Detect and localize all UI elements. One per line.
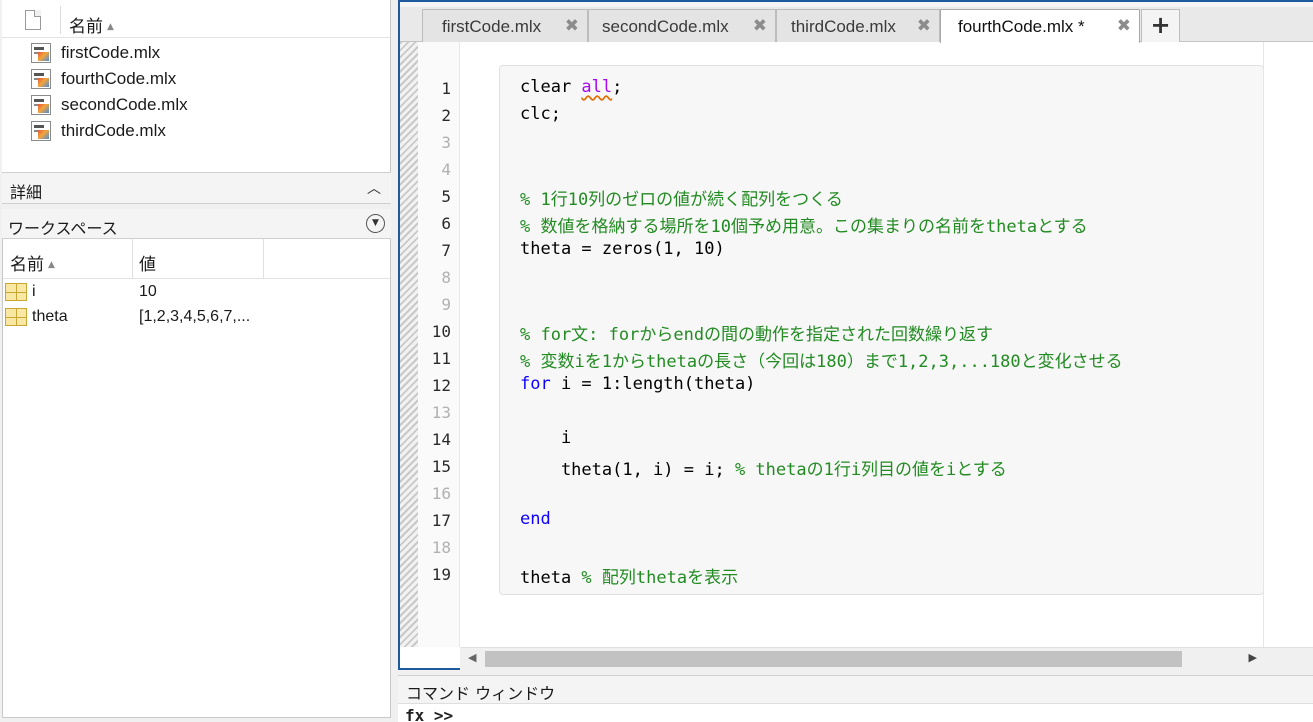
code-line-11[interactable]: % 変数iを1からthetaの長さ（今回は180）まで1,2,3,...180と… — [520, 347, 1123, 372]
code-line-2[interactable]: clc; — [520, 104, 561, 124]
variable-value: [1,2,3,4,5,6,7,... — [139, 308, 251, 325]
workspace-variable-row[interactable]: i 10 — [3, 280, 390, 304]
close-tab-icon[interactable]: ✖ — [917, 16, 931, 36]
line-number: 1 — [441, 79, 451, 98]
scroll-right-icon[interactable]: ▶ — [1249, 651, 1257, 664]
line-number: 3 — [441, 133, 451, 152]
name-column-header[interactable]: 名前 ▲ — [69, 12, 114, 37]
line-number: 12 — [431, 376, 451, 395]
workspace-title: ワークスペース — [8, 219, 118, 238]
panel-menu-icon[interactable]: ▼ — [366, 214, 385, 233]
workspace-variable-row[interactable]: theta [1,2,3,4,5,6,7,... — [3, 305, 390, 329]
column-divider[interactable] — [263, 239, 264, 279]
tab-firstcode[interactable]: firstCode.mlx ✖ — [422, 9, 588, 42]
live-script-icon — [31, 95, 51, 115]
command-prompt[interactable]: fx >> — [405, 706, 453, 722]
line-number: 5 — [441, 187, 451, 206]
variable-value: 10 — [139, 283, 157, 300]
value-column-header[interactable]: 値 — [139, 250, 156, 275]
live-script-icon — [31, 69, 51, 89]
live-editor: firstCode.mlx ✖ secondCode.mlx ✖ thirdCo… — [398, 0, 1313, 670]
line-number: 9 — [441, 295, 451, 314]
tab-label: firstCode.mlx — [442, 17, 542, 36]
scroll-left-icon[interactable]: ◀ — [468, 651, 476, 664]
live-script-icon — [31, 121, 51, 141]
code-line-7[interactable]: theta = zeros(1, 10) — [520, 239, 725, 259]
close-tab-icon[interactable]: ✖ — [1117, 16, 1131, 36]
workspace-header: 名前 ▲ 値 — [3, 239, 390, 279]
line-number: 13 — [431, 403, 451, 422]
matrix-variable-icon — [5, 308, 27, 326]
tab-secondcode[interactable]: secondCode.mlx ✖ — [588, 9, 776, 42]
horizontal-scrollbar[interactable]: ◀ ▶ — [460, 647, 1313, 670]
line-number: 15 — [431, 457, 451, 476]
line-number: 14 — [431, 430, 451, 449]
details-title: 詳細 — [10, 183, 43, 202]
tab-label: fourthCode.mlx * — [958, 17, 1085, 36]
variable-name: i — [32, 283, 36, 300]
workspace-panel: 名前 ▲ 値 i 10 theta [1,2,3,4,5,6,7,... — [2, 239, 391, 718]
details-panel[interactable]: 詳細 ︿ — [2, 172, 391, 204]
line-number: 7 — [441, 241, 451, 260]
sort-ascending-icon: ▲ — [48, 260, 55, 270]
code-line-10[interactable]: % for文: forからendの間の動作を指定された回数繰り返す — [520, 320, 993, 345]
line-number: 11 — [431, 349, 451, 368]
code-line-1[interactable]: clear all; — [520, 77, 622, 97]
file-name: firstCode.mlx — [61, 43, 161, 62]
workspace-title-bar: ワークスペース ▼ — [2, 209, 391, 239]
name-column-header[interactable]: 名前 ▲ — [10, 250, 55, 275]
editor-tab-bar: firstCode.mlx ✖ secondCode.mlx ✖ thirdCo… — [400, 2, 1313, 43]
line-number: 4 — [441, 160, 451, 179]
line-number: 16 — [431, 484, 451, 503]
file-list-header: 名前 ▲ — [2, 0, 390, 38]
code-line-14[interactable]: i — [520, 428, 571, 448]
file-name: secondCode.mlx — [61, 95, 188, 114]
add-tab-button[interactable]: + — [1141, 9, 1180, 42]
code-line-6[interactable]: % 数値を格納する場所を10個予め用意。この集まりの名前をthetaとする — [520, 212, 1088, 237]
line-number: 10 — [431, 322, 451, 341]
line-number: 17 — [431, 511, 451, 530]
live-script-icon — [31, 43, 51, 63]
file-name: fourthCode.mlx — [61, 69, 177, 88]
line-number: 8 — [441, 268, 451, 287]
output-pane — [1263, 42, 1313, 647]
line-number: 2 — [441, 106, 451, 125]
column-divider[interactable] — [132, 239, 133, 279]
keyword-for: for — [520, 374, 551, 394]
tab-label: thirdCode.mlx — [791, 17, 896, 36]
line-number: 19 — [431, 565, 451, 584]
command-window[interactable]: コマンド ウィンドウ fx >> — [398, 675, 1313, 722]
line-number: 6 — [441, 214, 451, 233]
line-number: 18 — [431, 538, 451, 557]
file-item-secondcode[interactable]: secondCode.mlx — [31, 93, 371, 117]
output-divider-hatch[interactable] — [400, 42, 418, 647]
tab-thirdcode[interactable]: thirdCode.mlx ✖ — [776, 9, 940, 42]
code-line-5[interactable]: % 1行10列のゼロの値が続く配列をつくる — [520, 185, 843, 210]
matrix-variable-icon — [5, 283, 27, 301]
close-tab-icon[interactable]: ✖ — [565, 16, 579, 36]
current-folder-panel: 名前 ▲ firstCode.mlx fourthCode.mlx secondC… — [2, 0, 391, 172]
command-window-title: コマンド ウィンドウ — [398, 676, 1313, 704]
sort-ascending-icon: ▲ — [107, 22, 114, 32]
file-type-icon — [25, 10, 41, 30]
tab-fourthcode[interactable]: fourthCode.mlx * ✖ — [940, 9, 1140, 43]
variable-name: theta — [32, 308, 68, 325]
code-line-12[interactable]: for i = 1:length(theta) — [520, 374, 755, 394]
file-name: thirdCode.mlx — [61, 121, 166, 140]
tab-bar-top-strip — [400, 2, 1313, 7]
code-line-15[interactable]: theta(1, i) = i; % thetaの1行i列目の値をiとする — [520, 455, 1007, 480]
left-pane: 名前 ▲ firstCode.mlx fourthCode.mlx secondC… — [0, 0, 393, 722]
scrollbar-thumb[interactable] — [485, 651, 1182, 667]
column-divider[interactable] — [60, 6, 61, 34]
file-item-firstcode[interactable]: firstCode.mlx — [31, 41, 371, 65]
code-line-17[interactable]: end — [520, 509, 551, 529]
file-item-thirdcode[interactable]: thirdCode.mlx — [31, 119, 371, 143]
code-line-19[interactable]: theta % 配列thetaを表示 — [520, 563, 738, 588]
string-arg: all — [581, 77, 613, 97]
chevron-up-icon[interactable]: ︿ — [367, 178, 381, 198]
close-tab-icon[interactable]: ✖ — [753, 16, 767, 36]
file-item-fourthcode[interactable]: fourthCode.mlx — [31, 67, 371, 91]
tab-label: secondCode.mlx — [602, 17, 729, 36]
